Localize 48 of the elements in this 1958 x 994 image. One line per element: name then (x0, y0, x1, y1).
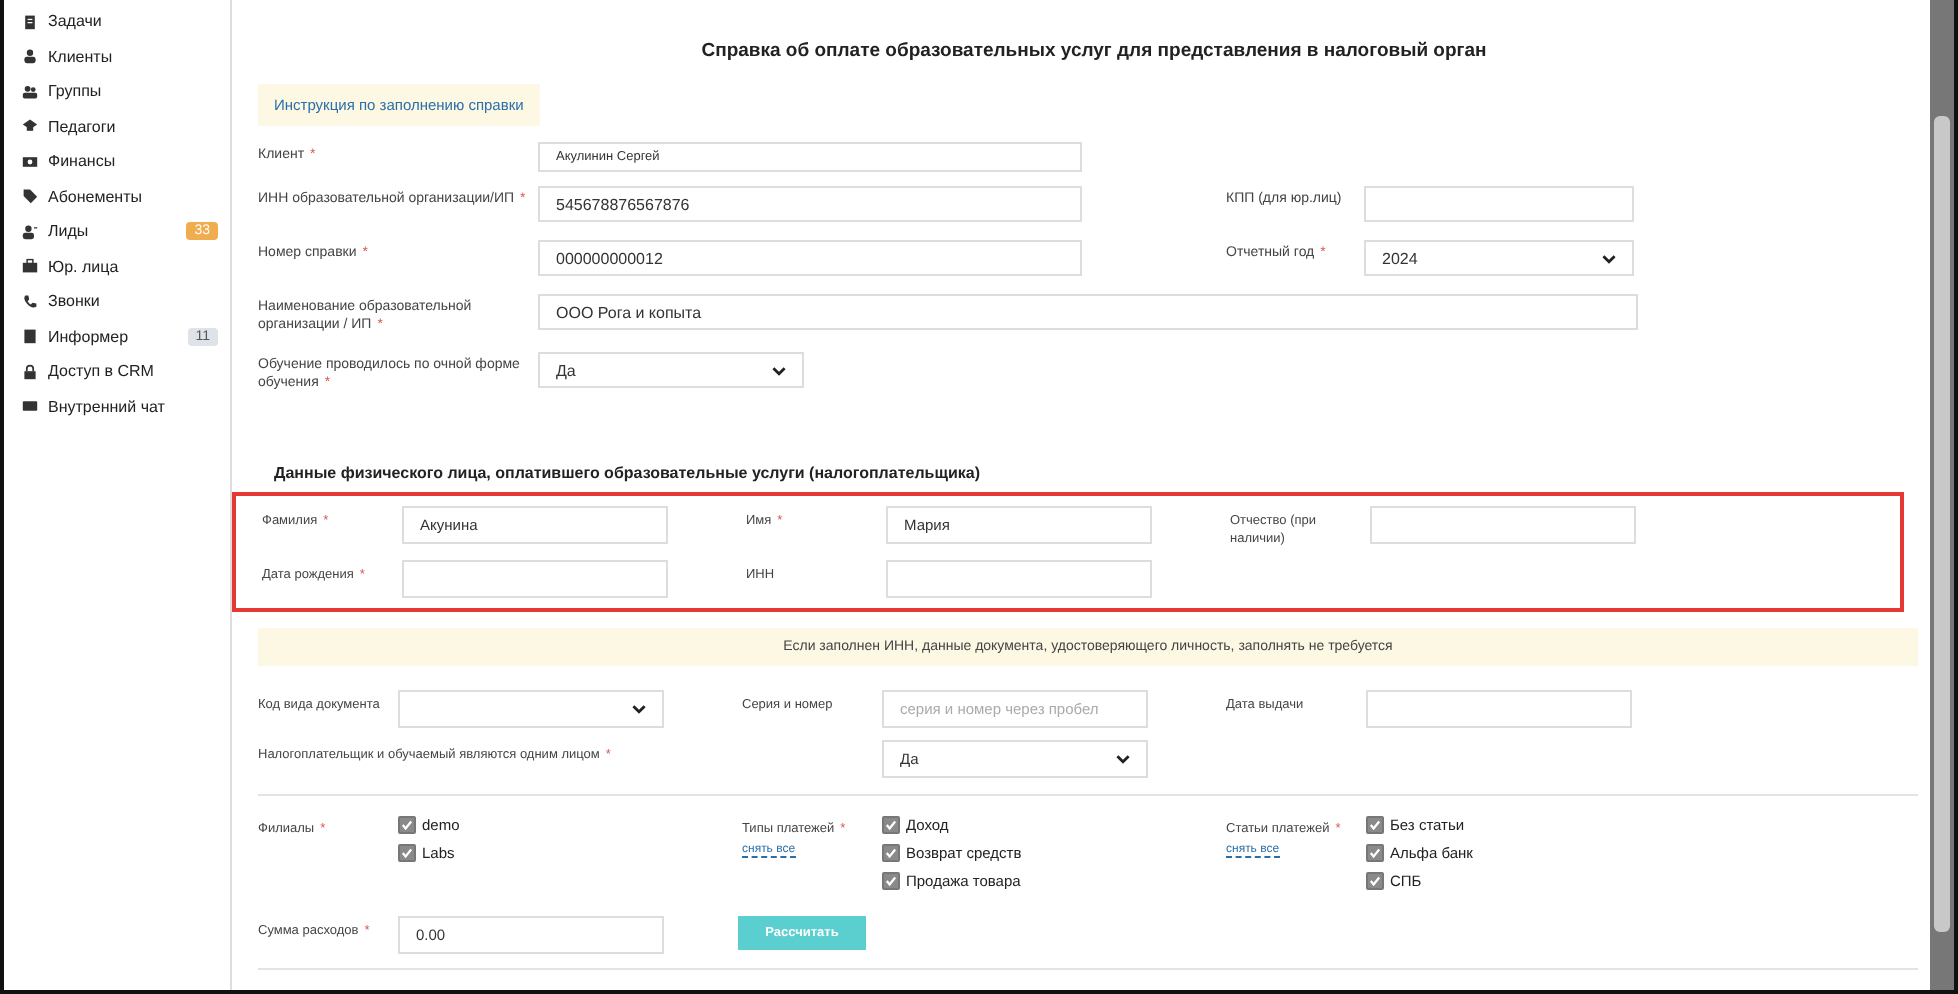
chevron-down-icon (632, 704, 646, 714)
book-icon (22, 328, 38, 345)
input-field[interactable] (1370, 506, 1636, 544)
checkbox[interactable] (882, 872, 900, 890)
sidebar-item[interactable]: Абонементы (4, 179, 230, 214)
checkbox[interactable] (1366, 816, 1384, 834)
input-field[interactable] (886, 560, 1152, 598)
checkbox[interactable] (398, 844, 416, 862)
chevron-down-icon (1602, 253, 1616, 263)
sidebar-item[interactable]: Клиенты (4, 39, 230, 74)
input-field[interactable]: 545678876567876 (538, 186, 1082, 222)
sidebar-item[interactable]: Задачи (4, 4, 230, 39)
checkbox[interactable] (1366, 844, 1384, 862)
sidebar-item[interactable]: Юр. лица (4, 249, 230, 284)
scrollbar[interactable] (1930, 0, 1954, 990)
sidebar-item[interactable]: Звонки (4, 284, 230, 319)
sidebar-item[interactable]: Группы (4, 74, 230, 109)
checkbox[interactable] (398, 816, 416, 834)
sidebar-item[interactable]: Финансы (4, 144, 230, 179)
checkbox[interactable] (882, 816, 900, 834)
checkbox[interactable] (1366, 872, 1384, 890)
sidebar-item[interactable]: Внутренний чат (4, 389, 230, 424)
phone-icon (22, 293, 38, 310)
input-field[interactable] (1366, 690, 1632, 728)
sidebar-item[interactable]: Доступ в CRM (4, 354, 230, 389)
checkbox[interactable] (882, 844, 900, 862)
clipboard-icon (22, 13, 38, 30)
select-field[interactable] (398, 690, 664, 728)
form-title: Справка об оплате образовательных услуг для представления в налоговый орган (699, 40, 1489, 62)
chevron-down-icon (772, 365, 786, 375)
select-field[interactable]: Да (538, 352, 804, 388)
person-plus-icon (22, 223, 38, 240)
chat-icon (22, 398, 38, 415)
lock-icon (22, 363, 38, 380)
tag-icon (22, 188, 38, 205)
person-icon (22, 48, 38, 65)
input-field[interactable]: 000000000012 (538, 240, 1082, 276)
sidebar-item[interactable]: Педагоги (4, 109, 230, 144)
select-field[interactable]: 2024 (1364, 240, 1634, 276)
banknote-icon (22, 153, 38, 170)
input-field[interactable]: ООО Рога и копыта (538, 294, 1638, 330)
input-field[interactable] (1364, 186, 1634, 222)
people-icon (22, 83, 38, 100)
input-field[interactable] (402, 560, 668, 598)
section-title: Данные физического лица, оплатившего образовательные услуги (налогоплательщика) (274, 464, 982, 482)
cap-icon (22, 118, 38, 135)
briefcase-icon (22, 258, 38, 275)
chevron-down-icon (1116, 754, 1130, 764)
